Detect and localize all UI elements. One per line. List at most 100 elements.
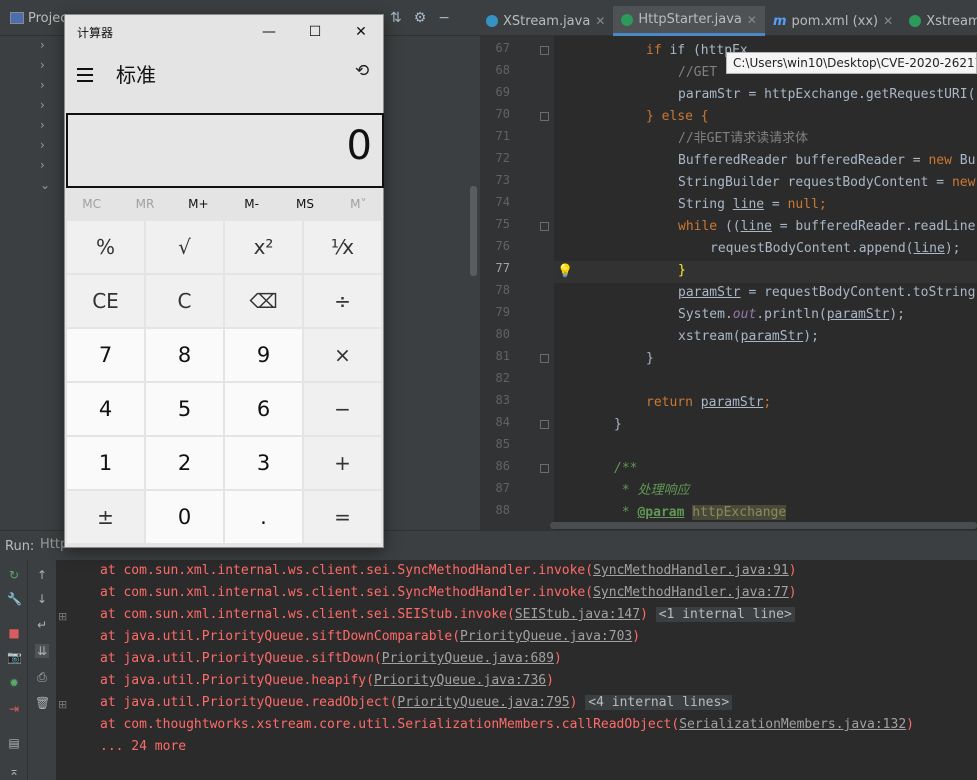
subtract-button[interactable]: − (304, 383, 381, 435)
digit-3-button[interactable]: 3 (225, 437, 302, 489)
tab-httpstarter-java[interactable]: HttpStarter.java ✕ (613, 6, 765, 36)
fold-marker[interactable] (540, 112, 549, 121)
memory-store-button[interactable]: MS (285, 197, 325, 211)
code-line: * 处理响应 (554, 480, 690, 502)
folded-lines[interactable]: <1 internal line> (655, 607, 795, 622)
chevron-right-icon[interactable]: › (40, 138, 45, 152)
square-root-button[interactable]: √ (146, 221, 223, 273)
fold-marker[interactable] (540, 46, 549, 55)
code-comment: //GET (678, 65, 718, 80)
collapse-icon[interactable]: ⇅ (390, 10, 402, 26)
trace-link[interactable]: PriorityQueue.java:689 (382, 651, 554, 666)
chevron-right-icon[interactable]: › (40, 158, 45, 172)
fold-marker[interactable] (540, 354, 549, 363)
memory-add-button[interactable]: M+ (178, 197, 218, 211)
memory-recall-button[interactable]: MR (125, 197, 165, 211)
digit-8-button[interactable]: 8 (146, 329, 223, 381)
reciprocal-button[interactable]: ¹⁄x (304, 221, 381, 273)
project-tab[interactable]: Projec (0, 8, 67, 28)
digit-0-button[interactable]: 0 (146, 491, 223, 543)
negate-button[interactable]: ± (67, 491, 144, 543)
chevron-down-icon[interactable]: ⌄ (40, 178, 50, 192)
trace-text: ) (788, 563, 797, 578)
percent-button[interactable]: % (67, 221, 144, 273)
exit-icon[interactable]: ⇥ (7, 702, 21, 716)
close-icon[interactable]: ✕ (747, 13, 757, 27)
fold-marker[interactable] (540, 464, 549, 473)
square-button[interactable]: x² (225, 221, 302, 273)
folded-lines[interactable]: <4 internal lines> (585, 695, 733, 710)
trace-link[interactable]: SEIStub.java:147 (515, 607, 640, 622)
tab-xstreamdemo[interactable]: XstreamDem (901, 6, 977, 36)
multiply-button[interactable]: × (304, 329, 381, 381)
trace-link[interactable]: PriorityQueue.java:736 (374, 673, 546, 688)
code-comment: //非GET请求读请求体 (678, 131, 809, 146)
clear-entry-button[interactable]: CE (67, 275, 144, 327)
equals-button[interactable]: = (304, 491, 381, 543)
trash-icon[interactable]: 🗑 (35, 696, 50, 710)
add-button[interactable]: + (304, 437, 381, 489)
fold-marker[interactable] (540, 420, 549, 429)
pin-icon[interactable]: ⌅ (7, 764, 21, 778)
maximize-button[interactable]: ☐ (302, 21, 328, 43)
debug-icon[interactable]: ✹ (7, 676, 21, 690)
memory-clear-button[interactable]: MC (72, 197, 112, 211)
memory-subtract-button[interactable]: M- (232, 197, 272, 211)
chevron-right-icon[interactable]: › (40, 98, 45, 112)
tab-xstream-java[interactable]: XStream.java ✕ (478, 6, 613, 36)
chevron-right-icon[interactable]: › (40, 118, 45, 132)
expand-icon[interactable]: ⊞ (58, 610, 67, 623)
digit-7-button[interactable]: 7 (67, 329, 144, 381)
stop-icon[interactable]: ■ (7, 626, 21, 640)
trace-link[interactable]: SyncMethodHandler.java:77 (593, 585, 789, 600)
arrow-down-icon[interactable]: ↓ (35, 592, 49, 606)
tab-pom-xml[interactable]: m pom.xml (xx) ✕ (765, 6, 901, 36)
code-line: StringBuilder requestBodyContent = new (554, 172, 975, 194)
digit-1-button[interactable]: 1 (67, 437, 144, 489)
editor-horizontal-scrollbar[interactable] (550, 522, 977, 529)
memory-list-button[interactable]: M˅ (338, 197, 378, 211)
decimal-button[interactable]: . (225, 491, 302, 543)
arrow-up-icon[interactable]: ↑ (35, 568, 49, 582)
run-label: Run: (5, 539, 35, 554)
print-icon[interactable]: ⎙ (35, 670, 49, 684)
expand-icon[interactable]: ⊞ (58, 698, 67, 711)
chevron-right-icon[interactable]: › (40, 58, 45, 72)
divide-button[interactable]: ÷ (304, 275, 381, 327)
digit-9-button[interactable]: 9 (225, 329, 302, 381)
wrench-icon[interactable]: 🔧 (7, 592, 22, 606)
minimize-button[interactable]: — (256, 21, 282, 43)
trace-link[interactable]: PriorityQueue.java:703 (460, 629, 632, 644)
history-icon[interactable]: ⟲ (355, 61, 369, 81)
close-button[interactable]: ✕ (348, 21, 374, 43)
menu-icon[interactable] (77, 68, 93, 86)
trace-link[interactable]: PriorityQueue.java:795 (397, 695, 569, 710)
digit-6-button[interactable]: 6 (225, 383, 302, 435)
code-variable: paramStr (700, 395, 764, 410)
soft-wrap-icon[interactable]: ↵ (35, 618, 49, 632)
tree-scrollbar[interactable] (470, 186, 477, 276)
clear-button[interactable]: C (146, 275, 223, 327)
gear-icon[interactable]: ⚙ (414, 10, 427, 26)
camera-icon[interactable]: 📷 (7, 650, 22, 664)
backspace-button[interactable]: ⌫ (225, 275, 302, 327)
tab-label: XstreamDem (926, 13, 977, 29)
close-icon[interactable]: ✕ (595, 14, 605, 28)
digit-4-button[interactable]: 4 (67, 383, 144, 435)
close-icon[interactable]: ✕ (883, 14, 893, 28)
minimize-panel-icon[interactable]: − (438, 10, 450, 26)
chevron-right-icon[interactable]: › (40, 78, 45, 92)
digit-2-button[interactable]: 2 (146, 437, 223, 489)
trace-link[interactable]: SyncMethodHandler.java:91 (593, 563, 789, 578)
line-number: 78 (495, 283, 510, 297)
fold-marker[interactable] (540, 222, 549, 231)
line-number: 73 (495, 173, 510, 187)
digit-5-button[interactable]: 5 (146, 383, 223, 435)
scroll-to-end-icon[interactable]: ⇊ (35, 644, 49, 658)
layout-icon[interactable]: ▤ (7, 736, 21, 750)
chevron-right-icon[interactable]: › (40, 38, 45, 52)
rerun-icon[interactable]: ↻ (7, 568, 21, 582)
stack-trace-line: at java.util.PriorityQueue.siftDownCompa… (100, 626, 640, 648)
code-line: BufferedReader bufferedReader = new Bu (554, 150, 975, 172)
trace-link[interactable]: SerializationMembers.java:132 (679, 717, 906, 732)
